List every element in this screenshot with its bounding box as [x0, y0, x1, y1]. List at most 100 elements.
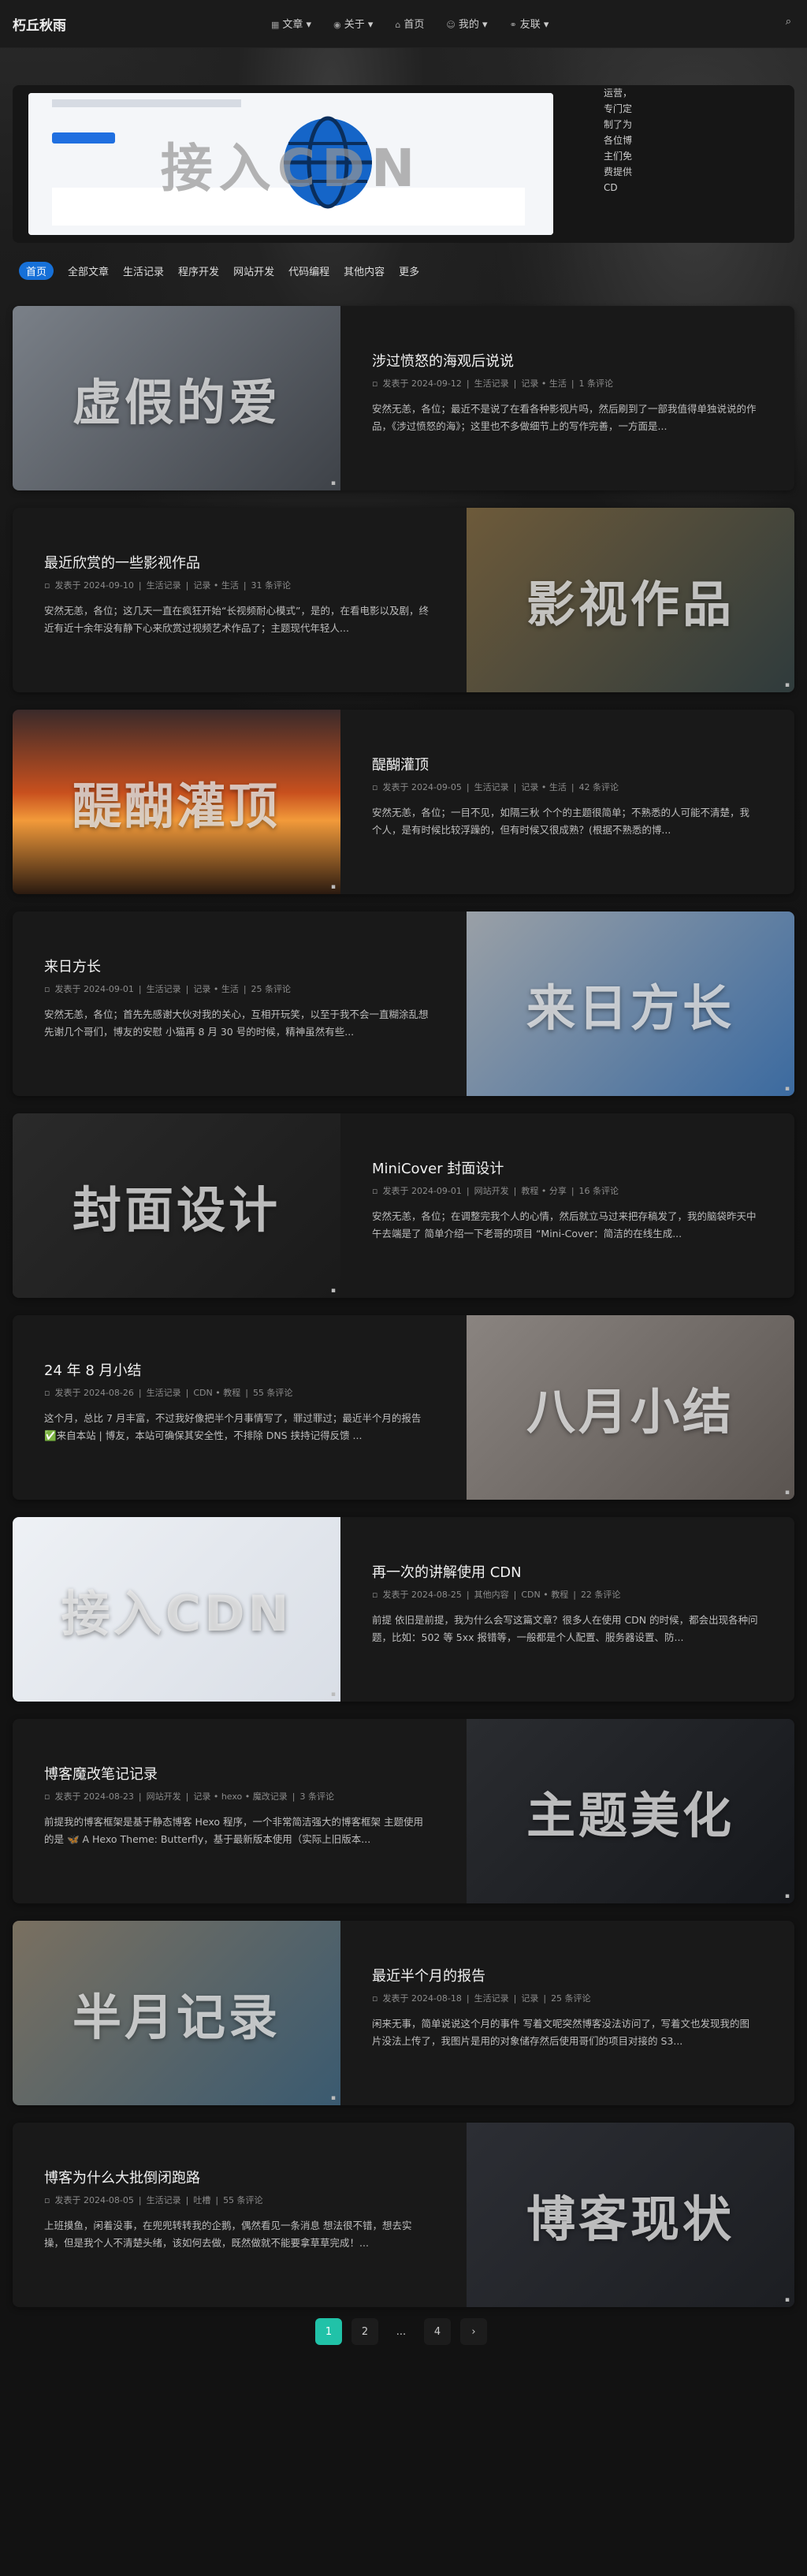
site-title[interactable]: 朽丘秋雨	[13, 14, 66, 34]
post-tags[interactable]: 记录	[521, 1993, 538, 2004]
page-ellipsis: ...	[396, 2325, 407, 2338]
menu-item-articles[interactable]: ▦ 文章 ▾	[271, 16, 311, 31]
post-comments[interactable]: 42 条评论	[579, 782, 619, 792]
post-category[interactable]: 其他内容	[474, 1590, 509, 1600]
meta-divider: |	[243, 984, 247, 994]
post-cover[interactable]: 影视作品 ▪	[467, 508, 794, 692]
post-cover-label: 来日方长	[526, 979, 734, 1037]
post-card[interactable]: 来日方长 ▪ 来日方长 ▫ 发表于 2024-09-01 | 生活记录 | 记录 • 生活 | 25…	[13, 911, 794, 1096]
post-category[interactable]: 生活记录	[147, 1388, 181, 1398]
post-comments[interactable]: 55 条评论	[223, 2195, 263, 2205]
post-card[interactable]: 虚假的爱 ▪ 涉过愤怒的海观后说说 ▫ 发表于 2024-09-12 | 生活记录 | 记录 •…	[13, 306, 794, 490]
post-category[interactable]: 生活记录	[474, 1993, 509, 2004]
post-tags[interactable]: 记录 • 生活	[193, 580, 238, 591]
meta-divider: |	[245, 1388, 248, 1398]
post-info: 24 年 8 月小结 ▫ 发表于 2024-08-26 | 生活记录 | CDN • 教程 |…	[44, 1315, 467, 1500]
menu-item-friends[interactable]: ⚭ 友联 ▾	[510, 16, 549, 31]
tab-programming[interactable]: 程序开发	[178, 263, 219, 280]
tab-coding[interactable]: 代码编程	[288, 263, 329, 280]
post-comments[interactable]: 3 条评论	[299, 1791, 334, 1802]
post-card[interactable]: 接入CDN ▪ 再一次的讲解使用 CDN ▫ 发表于 2024-08-25 | 其他内容 | C…	[13, 1517, 794, 1702]
post-card[interactable]: 主题美化 ▪ 博客魔改笔记记录 ▫ 发表于 2024-08-23 | 网站开发 | 记录 • h…	[13, 1719, 794, 1903]
tab-other[interactable]: 其他内容	[344, 263, 385, 280]
main-menu: ▦ 文章 ▾ ◉ 关于 ▾ ⌂ 首页 ☺ 我的 ▾ ⚭ 友联 ▾	[271, 16, 549, 31]
page-2-button[interactable]: 2	[351, 2318, 378, 2345]
chevron-right-icon[interactable]: ›	[460, 2318, 487, 2345]
post-tags[interactable]: 教程 • 分享	[521, 1186, 566, 1196]
home-icon: ⌂	[395, 20, 401, 30]
menu-item-mine[interactable]: ☺ 我的 ▾	[446, 16, 487, 31]
tab-web-dev[interactable]: 网站开发	[233, 263, 274, 280]
post-tags[interactable]: CDN • 教程	[521, 1590, 568, 1600]
post-title[interactable]: 博客为什么大批倒闭跑路	[44, 2167, 200, 2187]
post-card[interactable]: 八月小结 ▪ 24 年 8 月小结 ▫ 发表于 2024-08-26 | 生活记录 | CDN …	[13, 1315, 794, 1500]
post-cover[interactable]: 半月记录 ▪	[13, 1921, 340, 2105]
post-comments[interactable]: 55 条评论	[253, 1388, 293, 1398]
menu-item-about[interactable]: ◉ 关于 ▾	[333, 16, 373, 31]
meta-divider: |	[185, 1388, 189, 1398]
post-meta: ▫ 发表于 2024-09-12 | 生活记录 | 记录 • 生活 | 1 条评论	[372, 377, 618, 390]
post-excerpt: 安然无恙，各位；在调整完我个人的心情，然后就立马过来把存稿发了，我的脑袋昨天中午…	[372, 1210, 757, 1240]
post-card[interactable]: 影视作品 ▪ 最近欣赏的一些影视作品 ▫ 发表于 2024-09-10 | 生活记录 | 记录 …	[13, 508, 794, 692]
post-title[interactable]: 涉过愤怒的海观后说说	[372, 350, 514, 371]
post-tags[interactable]: CDN • 教程	[193, 1388, 240, 1398]
page-1-button[interactable]: 1	[315, 2318, 342, 2345]
post-title[interactable]: 再一次的讲解使用 CDN	[372, 1561, 522, 1582]
post-title[interactable]: 博客魔改笔记记录	[44, 1763, 158, 1784]
post-comments[interactable]: 16 条评论	[579, 1186, 619, 1196]
post-category[interactable]: 生活记录	[474, 782, 509, 792]
post-comments[interactable]: 25 条评论	[551, 1993, 591, 2004]
post-cover[interactable]: 八月小结 ▪	[467, 1315, 794, 1500]
post-card[interactable]: 封面设计 ▪ MiniCover 封面设计 ▫ 发表于 2024-09-01 | 网站开发 |…	[13, 1113, 794, 1298]
post-comments[interactable]: 22 条评论	[581, 1590, 621, 1600]
post-card[interactable]: 醍醐灌顶 ▪ 醍醐灌顶 ▫ 发表于 2024-09-05 | 生活记录 | 记录 • 生活 | 42…	[13, 710, 794, 894]
menu-item-home[interactable]: ⌂ 首页	[395, 16, 424, 31]
post-tags[interactable]: 记录 • 生活	[193, 984, 238, 994]
post-card[interactable]: 半月记录 ▪ 最近半个月的报告 ▫ 发表于 2024-08-18 | 生活记录 | 记录 | 25 …	[13, 1921, 794, 2105]
post-comments[interactable]: 25 条评论	[251, 984, 292, 994]
post-category[interactable]: 生活记录	[147, 2195, 181, 2205]
post-tags[interactable]: 吐槽	[193, 2195, 210, 2205]
page-4-button[interactable]: 4	[424, 2318, 451, 2345]
post-category[interactable]: 生活记录	[147, 580, 181, 591]
watermark-icon: ▪	[784, 2296, 790, 2304]
post-cover[interactable]: 醍醐灌顶 ▪	[13, 710, 340, 894]
post-date: 发表于 2024-09-10	[54, 580, 134, 591]
post-title[interactable]: 来日方长	[44, 956, 101, 976]
post-tags[interactable]: 记录 • 生活	[521, 378, 566, 389]
tab-home[interactable]: 首页	[19, 262, 54, 280]
calendar-icon: ▫	[44, 580, 50, 591]
post-category[interactable]: 网站开发	[474, 1186, 509, 1196]
calendar-icon: ▫	[44, 984, 50, 994]
tab-more[interactable]: 更多	[399, 263, 419, 280]
watermark-icon: ▪	[784, 681, 790, 689]
post-title[interactable]: 24 年 8 月小结	[44, 1359, 142, 1380]
post-category[interactable]: 网站开发	[147, 1791, 181, 1802]
meta-divider: |	[185, 1791, 189, 1802]
post-cover[interactable]: 博客现状 ▪	[467, 2123, 794, 2307]
post-cover[interactable]: 封面设计 ▪	[13, 1113, 340, 1298]
post-title[interactable]: MiniCover 封面设计	[372, 1158, 504, 1178]
post-comments[interactable]: 31 条评论	[251, 580, 292, 591]
post-title[interactable]: 醍醐灌顶	[372, 754, 429, 774]
post-tags[interactable]: 记录 • hexo • 魔改记录	[193, 1791, 287, 1802]
post-tags[interactable]: 记录 • 生活	[521, 782, 566, 792]
post-cover[interactable]: 接入CDN ▪	[13, 1517, 340, 1702]
post-category[interactable]: 生活记录	[474, 378, 509, 389]
post-cover[interactable]: 虚假的爱 ▪	[13, 306, 340, 490]
post-date: 发表于 2024-08-05	[54, 2195, 134, 2205]
post-title[interactable]: 最近欣赏的一些影视作品	[44, 552, 200, 572]
tab-life[interactable]: 生活记录	[123, 263, 164, 280]
post-info: 醍醐灌顶 ▫ 发表于 2024-09-05 | 生活记录 | 记录 • 生活 | 42 条评论安…	[372, 710, 794, 894]
meta-divider: |	[185, 2195, 189, 2205]
post-cover[interactable]: 主题美化 ▪	[467, 1719, 794, 1903]
featured-post[interactable]: 接入CDN 运营，专门定制了为各位博主们免费提供CD	[13, 85, 794, 243]
post-category[interactable]: 生活记录	[147, 984, 181, 994]
featured-cover[interactable]: 接入CDN	[28, 93, 553, 235]
tab-all-articles[interactable]: 全部文章	[68, 263, 109, 280]
search-icon[interactable]: ⌕	[786, 16, 791, 28]
post-cover[interactable]: 来日方长 ▪	[467, 911, 794, 1096]
post-card[interactable]: 博客现状 ▪ 博客为什么大批倒闭跑路 ▫ 发表于 2024-08-05 | 生活记录 | 吐槽 |…	[13, 2123, 794, 2307]
post-comments[interactable]: 1 条评论	[579, 378, 614, 389]
post-title[interactable]: 最近半个月的报告	[372, 1965, 485, 1985]
